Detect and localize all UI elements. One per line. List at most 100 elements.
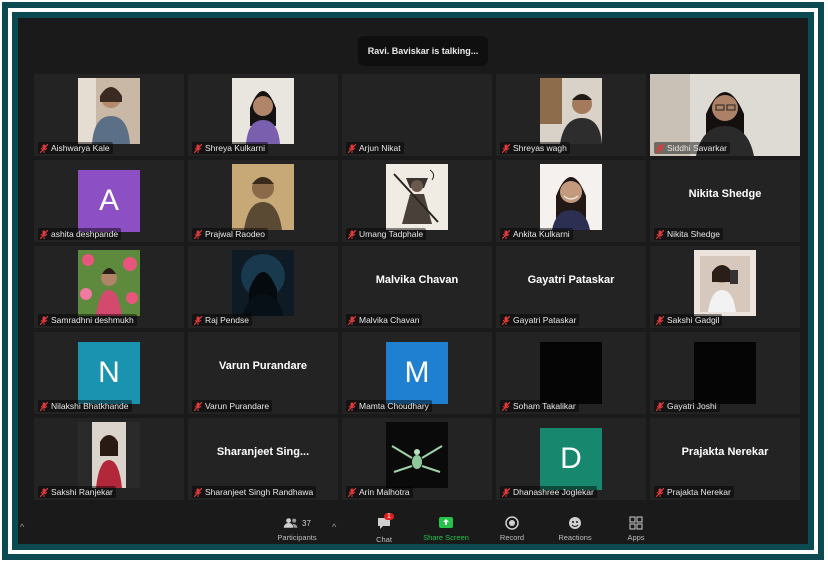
participant-tile[interactable]: Nikita Shedge Nikita Shedge: [650, 160, 800, 242]
participant-tile[interactable]: Malvika Chavan Malvika Chavan: [342, 246, 492, 328]
participant-tile[interactable]: Gayatri Pataskar Gayatri Pataskar: [496, 246, 646, 328]
mic-muted-icon: [40, 487, 48, 497]
apps-button[interactable]: Apps: [618, 516, 654, 542]
participant-video: [232, 250, 294, 316]
participant-tile[interactable]: Shreya Kulkarni: [188, 74, 338, 156]
participant-label: Gayatri Joshi: [654, 400, 720, 412]
participant-display-name: Gayatri Pataskar: [527, 274, 615, 286]
participant-name: Prajwal Raodeo: [205, 229, 266, 239]
participant-tile[interactable]: Sharanjeet Sing... Sharanjeet Singh Randh…: [188, 418, 338, 500]
mic-muted-icon: [348, 143, 356, 153]
mic-muted-icon: [656, 229, 664, 239]
frame-inner: Ravi. Baviskar is talking... Aishwarya K…: [12, 12, 814, 550]
share-screen-button[interactable]: Share Screen: [418, 516, 474, 542]
participant-name: Gayatri Pataskar: [513, 315, 577, 325]
participant-name: Prajakta Nerekar: [667, 487, 731, 497]
mic-muted-icon: [194, 401, 202, 411]
participant-video-off: [540, 342, 602, 404]
participant-display-name: Varun Purandare: [218, 360, 308, 372]
participant-name: Dhanashree Joglekar: [513, 487, 594, 497]
participant-video: [78, 422, 140, 488]
share-screen-label: Share Screen: [423, 533, 469, 542]
mic-muted-icon: [40, 401, 48, 411]
participant-tile[interactable]: Aishwarya Kale: [34, 74, 184, 156]
participant-tile[interactable]: Ankita Kulkarni: [496, 160, 646, 242]
participant-display-name: Malvika Chavan: [375, 274, 459, 286]
participant-label: Varun Purandare: [192, 400, 273, 412]
participant-name: Varun Purandare: [205, 401, 270, 411]
participant-name: Sakshi Ranjekar: [51, 487, 113, 497]
participant-tile[interactable]: M Mamta Choudhary: [342, 332, 492, 414]
participant-tile[interactable]: Aashita deshpande: [34, 160, 184, 242]
avatar: M: [386, 342, 448, 404]
participant-tile[interactable]: Soham Takalikar: [496, 332, 646, 414]
participant-video: [694, 250, 756, 316]
record-button[interactable]: Record: [492, 516, 532, 542]
participant-tile[interactable]: Arjun Nikat: [342, 74, 492, 156]
mic-muted-icon: [40, 143, 48, 153]
chat-label: Chat: [376, 535, 392, 544]
participant-label: Shreya Kulkarni: [192, 142, 269, 154]
participant-tile[interactable]: D Dhanashree Joglekar: [496, 418, 646, 500]
participant-name: Sharanjeet Singh Randhawa: [205, 487, 314, 497]
participant-name: ashita deshpande: [51, 229, 119, 239]
participant-video-off: [694, 342, 756, 404]
participant-label: Ankita Kulkarni: [500, 228, 573, 240]
participants-chevron-icon[interactable]: ^: [332, 522, 336, 532]
mic-muted-icon: [656, 143, 664, 153]
participant-video: [540, 78, 602, 144]
participants-button[interactable]: 37 Participants: [262, 516, 332, 542]
reactions-button[interactable]: Reactions: [550, 516, 600, 542]
mic-muted-icon: [194, 315, 202, 325]
participant-label: ashita deshpande: [38, 228, 122, 240]
participant-tile[interactable]: N Nilakshi Bhatkhande: [34, 332, 184, 414]
participant-name: Siddhi Savarkar: [667, 143, 728, 153]
participant-tile[interactable]: Shreyas wagh: [496, 74, 646, 156]
chevron-up-icon[interactable]: ^: [20, 522, 24, 532]
participant-tile[interactable]: Siddhi Savarkar: [650, 74, 800, 156]
chat-button[interactable]: 1 Chat: [364, 513, 404, 544]
participants-count: 37: [302, 518, 311, 528]
participant-tile[interactable]: Gayatri Joshi: [650, 332, 800, 414]
participant-name: Ankita Kulkarni: [513, 229, 570, 239]
participant-label: Prajwal Raodeo: [192, 228, 269, 240]
participant-tile[interactable]: Sakshi Gadgil: [650, 246, 800, 328]
mic-muted-icon: [40, 315, 48, 325]
participant-name: Gayatri Joshi: [667, 401, 717, 411]
participant-label: Siddhi Savarkar: [654, 142, 731, 154]
participant-tile[interactable]: Prajakta Nerekar Prajakta Nerekar: [650, 418, 800, 500]
participant-display-name: Sharanjeet Sing...: [216, 446, 310, 458]
meeting-window: Ravi. Baviskar is talking... Aishwarya K…: [18, 18, 808, 544]
share-screen-icon: [439, 517, 453, 528]
mic-muted-icon: [502, 229, 510, 239]
frame-outer: Ravi. Baviskar is talking... Aishwarya K…: [2, 2, 824, 560]
participant-tile[interactable]: Raj Pendse: [188, 246, 338, 328]
mic-muted-icon: [502, 143, 510, 153]
participant-label: Sakshi Gadgil: [654, 314, 723, 326]
participant-tile[interactable]: Umang Tadphale: [342, 160, 492, 242]
participant-label: Prajakta Nerekar: [654, 486, 734, 498]
participant-name: Shreyas wagh: [513, 143, 567, 153]
participants-label: Participants: [277, 533, 317, 542]
chat-badge: 1: [384, 513, 394, 520]
participant-tile[interactable]: Prajwal Raodeo: [188, 160, 338, 242]
record-icon: [505, 516, 519, 530]
participant-tile[interactable]: Sakshi Ranjekar: [34, 418, 184, 500]
mic-muted-icon: [502, 315, 510, 325]
participant-tile[interactable]: Varun Purandare Varun Purandare: [188, 332, 338, 414]
participants-icon: [283, 518, 298, 528]
avatar: N: [78, 342, 140, 404]
reactions-label: Reactions: [558, 533, 592, 542]
participant-video: [386, 164, 448, 230]
participant-label: Nikita Shedge: [654, 228, 723, 240]
participant-tile[interactable]: Arin Malhotra: [342, 418, 492, 500]
mic-muted-icon: [656, 315, 664, 325]
mic-muted-icon: [348, 487, 356, 497]
participant-tile[interactable]: Samradhni deshmukh: [34, 246, 184, 328]
participant-name: Malvika Chavan: [359, 315, 420, 325]
participant-name: Sakshi Gadgil: [667, 315, 720, 325]
participant-name: Soham Takalikar: [513, 401, 576, 411]
mic-muted-icon: [348, 401, 356, 411]
participant-label: Umang Tadphale: [346, 228, 427, 240]
participant-display-name: Nikita Shedge: [688, 188, 762, 200]
